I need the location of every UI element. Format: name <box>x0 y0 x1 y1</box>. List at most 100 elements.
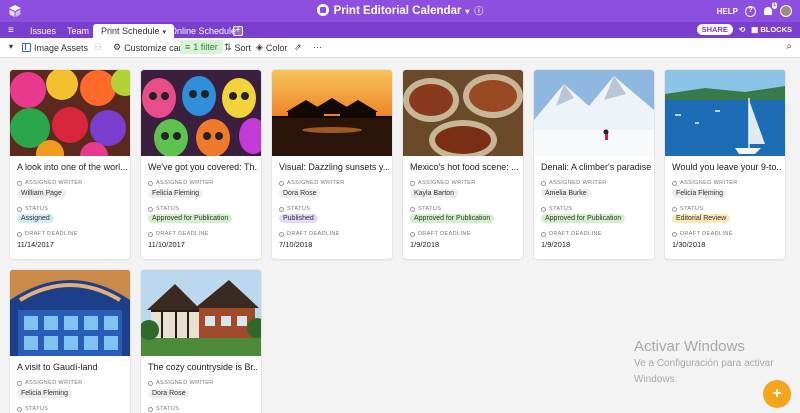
blocks-icon: ▦ <box>751 25 759 34</box>
status-badge: Approved for Publication <box>148 214 233 223</box>
status-badge: Approved for Publication <box>541 214 626 223</box>
status-field-label: STATUS <box>17 406 48 412</box>
deadline-field-label: DRAFT DEADLINE <box>541 231 602 237</box>
base-icon <box>316 4 329 16</box>
gear-icon: ⚙ <box>113 42 122 52</box>
record-card[interactable]: We've got you covered: Th... ASSIGNED WRI… <box>141 70 261 259</box>
status-icon <box>148 406 153 412</box>
add-record-button[interactable]: + <box>763 380 791 408</box>
status-field-label: STATUS <box>148 206 179 212</box>
search-icon[interactable]: ⌕ <box>786 41 792 52</box>
status-field-label-text: STATUS <box>25 406 49 412</box>
writer-field-label: ASSIGNED WRITER <box>279 180 345 186</box>
writer-field-label-text: ASSIGNED WRITER <box>549 180 607 186</box>
card-title: A visit to Gaudí-land <box>17 362 98 372</box>
hamburger-menu-icon[interactable]: ≡ <box>8 25 14 36</box>
deadline-field-label-text: DRAFT DEADLINE <box>549 231 602 237</box>
table-tabs: ≡ Issues Team Print Schedule ▾ Online Sch… <box>0 22 800 38</box>
calendar-icon <box>17 231 22 237</box>
card-title: The cozy countryside is Br... <box>148 362 258 372</box>
chevron-down-icon[interactable]: ▾ <box>465 7 469 16</box>
base-title[interactable]: Print Editorial Calendar ▾ ⓘ <box>0 4 800 17</box>
person-icon <box>672 180 677 186</box>
person-icon <box>410 180 415 186</box>
writer-field-label: ASSIGNED WRITER <box>17 380 83 386</box>
status-field-label-text: STATUS <box>680 206 704 212</box>
card-title: We've got you covered: Th... <box>148 162 258 172</box>
writer-field-label: ASSIGNED WRITER <box>541 180 607 186</box>
person-icon <box>148 180 153 186</box>
record-card[interactable]: Visual: Dazzling sunsets y... ASSIGNED WR… <box>272 70 392 259</box>
tudor-house-photo <box>141 270 261 356</box>
deadline-field-label: DRAFT DEADLINE <box>17 231 78 237</box>
view-name: Image Assets <box>34 42 89 53</box>
record-card[interactable]: A visit to Gaudí-land ASSIGNED WRITER Feli… <box>10 270 130 413</box>
info-icon[interactable]: ⓘ <box>474 6 483 16</box>
status-badge: Published <box>279 214 318 223</box>
view-switcher[interactable]: Image Assets ⚇ <box>22 42 102 53</box>
tab-online-schedule[interactable]: Online Schedule <box>162 24 244 38</box>
status-field-label-text: STATUS <box>549 206 573 212</box>
status-icon <box>17 206 22 212</box>
share-view-icon[interactable]: ⇗ <box>294 42 302 53</box>
person-icon <box>148 380 153 386</box>
tabbar-actions: SHARE ⟲ ▦ BLOCKS <box>696 24 792 35</box>
add-table-icon[interactable]: + <box>233 26 243 36</box>
colored-powder-photo <box>10 70 130 156</box>
notifications-bell-icon[interactable]: 1 <box>763 2 777 16</box>
writer-field-label-text: ASSIGNED WRITER <box>418 180 476 186</box>
status-icon <box>17 406 22 412</box>
status-field-label: STATUS <box>148 406 179 412</box>
watermark-line-3: Windows. <box>634 374 678 385</box>
sort-button[interactable]: ⇅ Sort <box>224 42 251 53</box>
deadline-value: 1/30/2018 <box>672 240 706 249</box>
person-icon <box>17 380 22 386</box>
filter-button[interactable]: ≡ 1 filter <box>180 40 223 54</box>
collapse-icon[interactable]: ▾ <box>9 42 13 51</box>
record-card[interactable]: Mexico's hot food scene: ... ASSIGNED WRI… <box>403 70 523 259</box>
deadline-field-label: DRAFT DEADLINE <box>279 231 340 237</box>
writer-field-label-text: ASSIGNED WRITER <box>25 380 83 386</box>
writer-value: Felicia Fleming <box>17 389 73 398</box>
user-avatar[interactable] <box>780 5 792 17</box>
deadline-value: 11/14/2017 <box>17 240 54 249</box>
gallery-view-icon <box>22 43 31 52</box>
writer-field-label-text: ASSIGNED WRITER <box>25 180 83 186</box>
writer-value: Felicia Fleming <box>148 189 204 198</box>
writer-value: Dora Rose <box>148 389 190 398</box>
status-icon <box>541 206 546 212</box>
tab-issues[interactable]: Issues <box>22 24 64 38</box>
help-icon[interactable]: ? <box>745 5 756 17</box>
calendar-icon <box>541 231 546 237</box>
history-icon[interactable]: ⟲ <box>739 25 745 34</box>
record-card[interactable]: Denali: A climber's paradise ASSIGNED WRI… <box>534 70 654 259</box>
card-title: A look into one of the worl... <box>17 162 127 172</box>
status-field-label-text: STATUS <box>25 206 49 212</box>
blocks-button[interactable]: ▦ BLOCKS <box>751 25 792 34</box>
notification-count: 1 <box>771 2 777 9</box>
writer-value: Kayla Barton <box>410 189 459 198</box>
tab-team[interactable]: Team <box>59 24 97 38</box>
blocks-label: BLOCKS <box>760 25 792 34</box>
deadline-value: 1/9/2018 <box>410 240 440 249</box>
filter-label: 1 filter <box>193 42 218 52</box>
status-field-label: STATUS <box>410 206 441 212</box>
more-options-button[interactable]: ··· <box>313 42 322 52</box>
help-link[interactable]: HELP <box>717 7 738 16</box>
deadline-field-label: DRAFT DEADLINE <box>410 231 471 237</box>
card-title: Visual: Dazzling sunsets y... <box>279 162 389 172</box>
person-icon <box>279 180 284 186</box>
record-card[interactable]: The cozy countryside is Br... ASSIGNED WR… <box>141 270 261 413</box>
color-button[interactable]: ◈ Color <box>256 42 287 53</box>
record-card[interactable]: Would you leave your 9-to... ASSIGNED WRI… <box>665 70 785 259</box>
record-card[interactable]: A look into one of the worl... ASSIGNED W… <box>10 70 130 259</box>
deadline-field-label-text: DRAFT DEADLINE <box>156 231 209 237</box>
status-field-label-text: STATUS <box>156 406 180 412</box>
share-button[interactable]: SHARE <box>696 24 733 35</box>
sunset-huts-photo <box>272 70 392 156</box>
deadline-value: 7/10/2018 <box>279 240 313 249</box>
sort-label: Sort <box>234 42 252 53</box>
shared-view-icon[interactable]: ⚇ <box>94 42 102 53</box>
calendar-icon <box>410 231 415 237</box>
card-title: Denali: A climber's paradise <box>541 162 651 172</box>
